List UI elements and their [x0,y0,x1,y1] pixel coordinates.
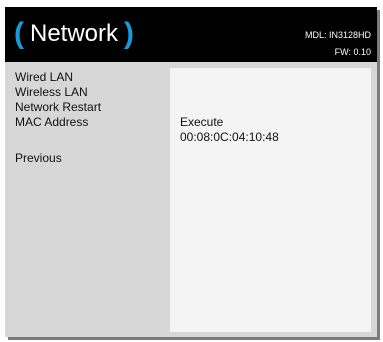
page-title: ( Network ) [14,17,134,51]
menu-item-mac-address[interactable]: MAC Address [15,115,165,130]
title-close-paren: ) [124,17,135,50]
title-open-paren: ( [14,17,24,50]
menu-item-wired-lan[interactable]: Wired LAN [15,70,165,85]
header-bar: ( Network ) MDL: IN3128HD FW: 0.10 [5,7,377,62]
model-number: MDL: IN3128HD [304,30,371,40]
settings-panel: Execute 00:08:0C:04:10:48 [170,68,371,332]
menu-spacer [15,130,165,151]
mac-address-value: 00:08:0C:04:10:48 [180,130,279,144]
title-text: Network [30,20,119,47]
network-menu-window: ( Network ) MDL: IN3128HD FW: 0.10 Wired… [5,7,377,337]
menu-item-network-restart[interactable]: Network Restart [15,100,165,115]
menu-list: Wired LAN Wireless LAN Network Restart M… [15,70,165,166]
firmware-version: FW: 0.10 [334,47,371,57]
menu-item-previous[interactable]: Previous [15,151,165,166]
network-restart-execute-button[interactable]: Execute [180,115,223,130]
menu-item-wireless-lan[interactable]: Wireless LAN [15,85,165,100]
